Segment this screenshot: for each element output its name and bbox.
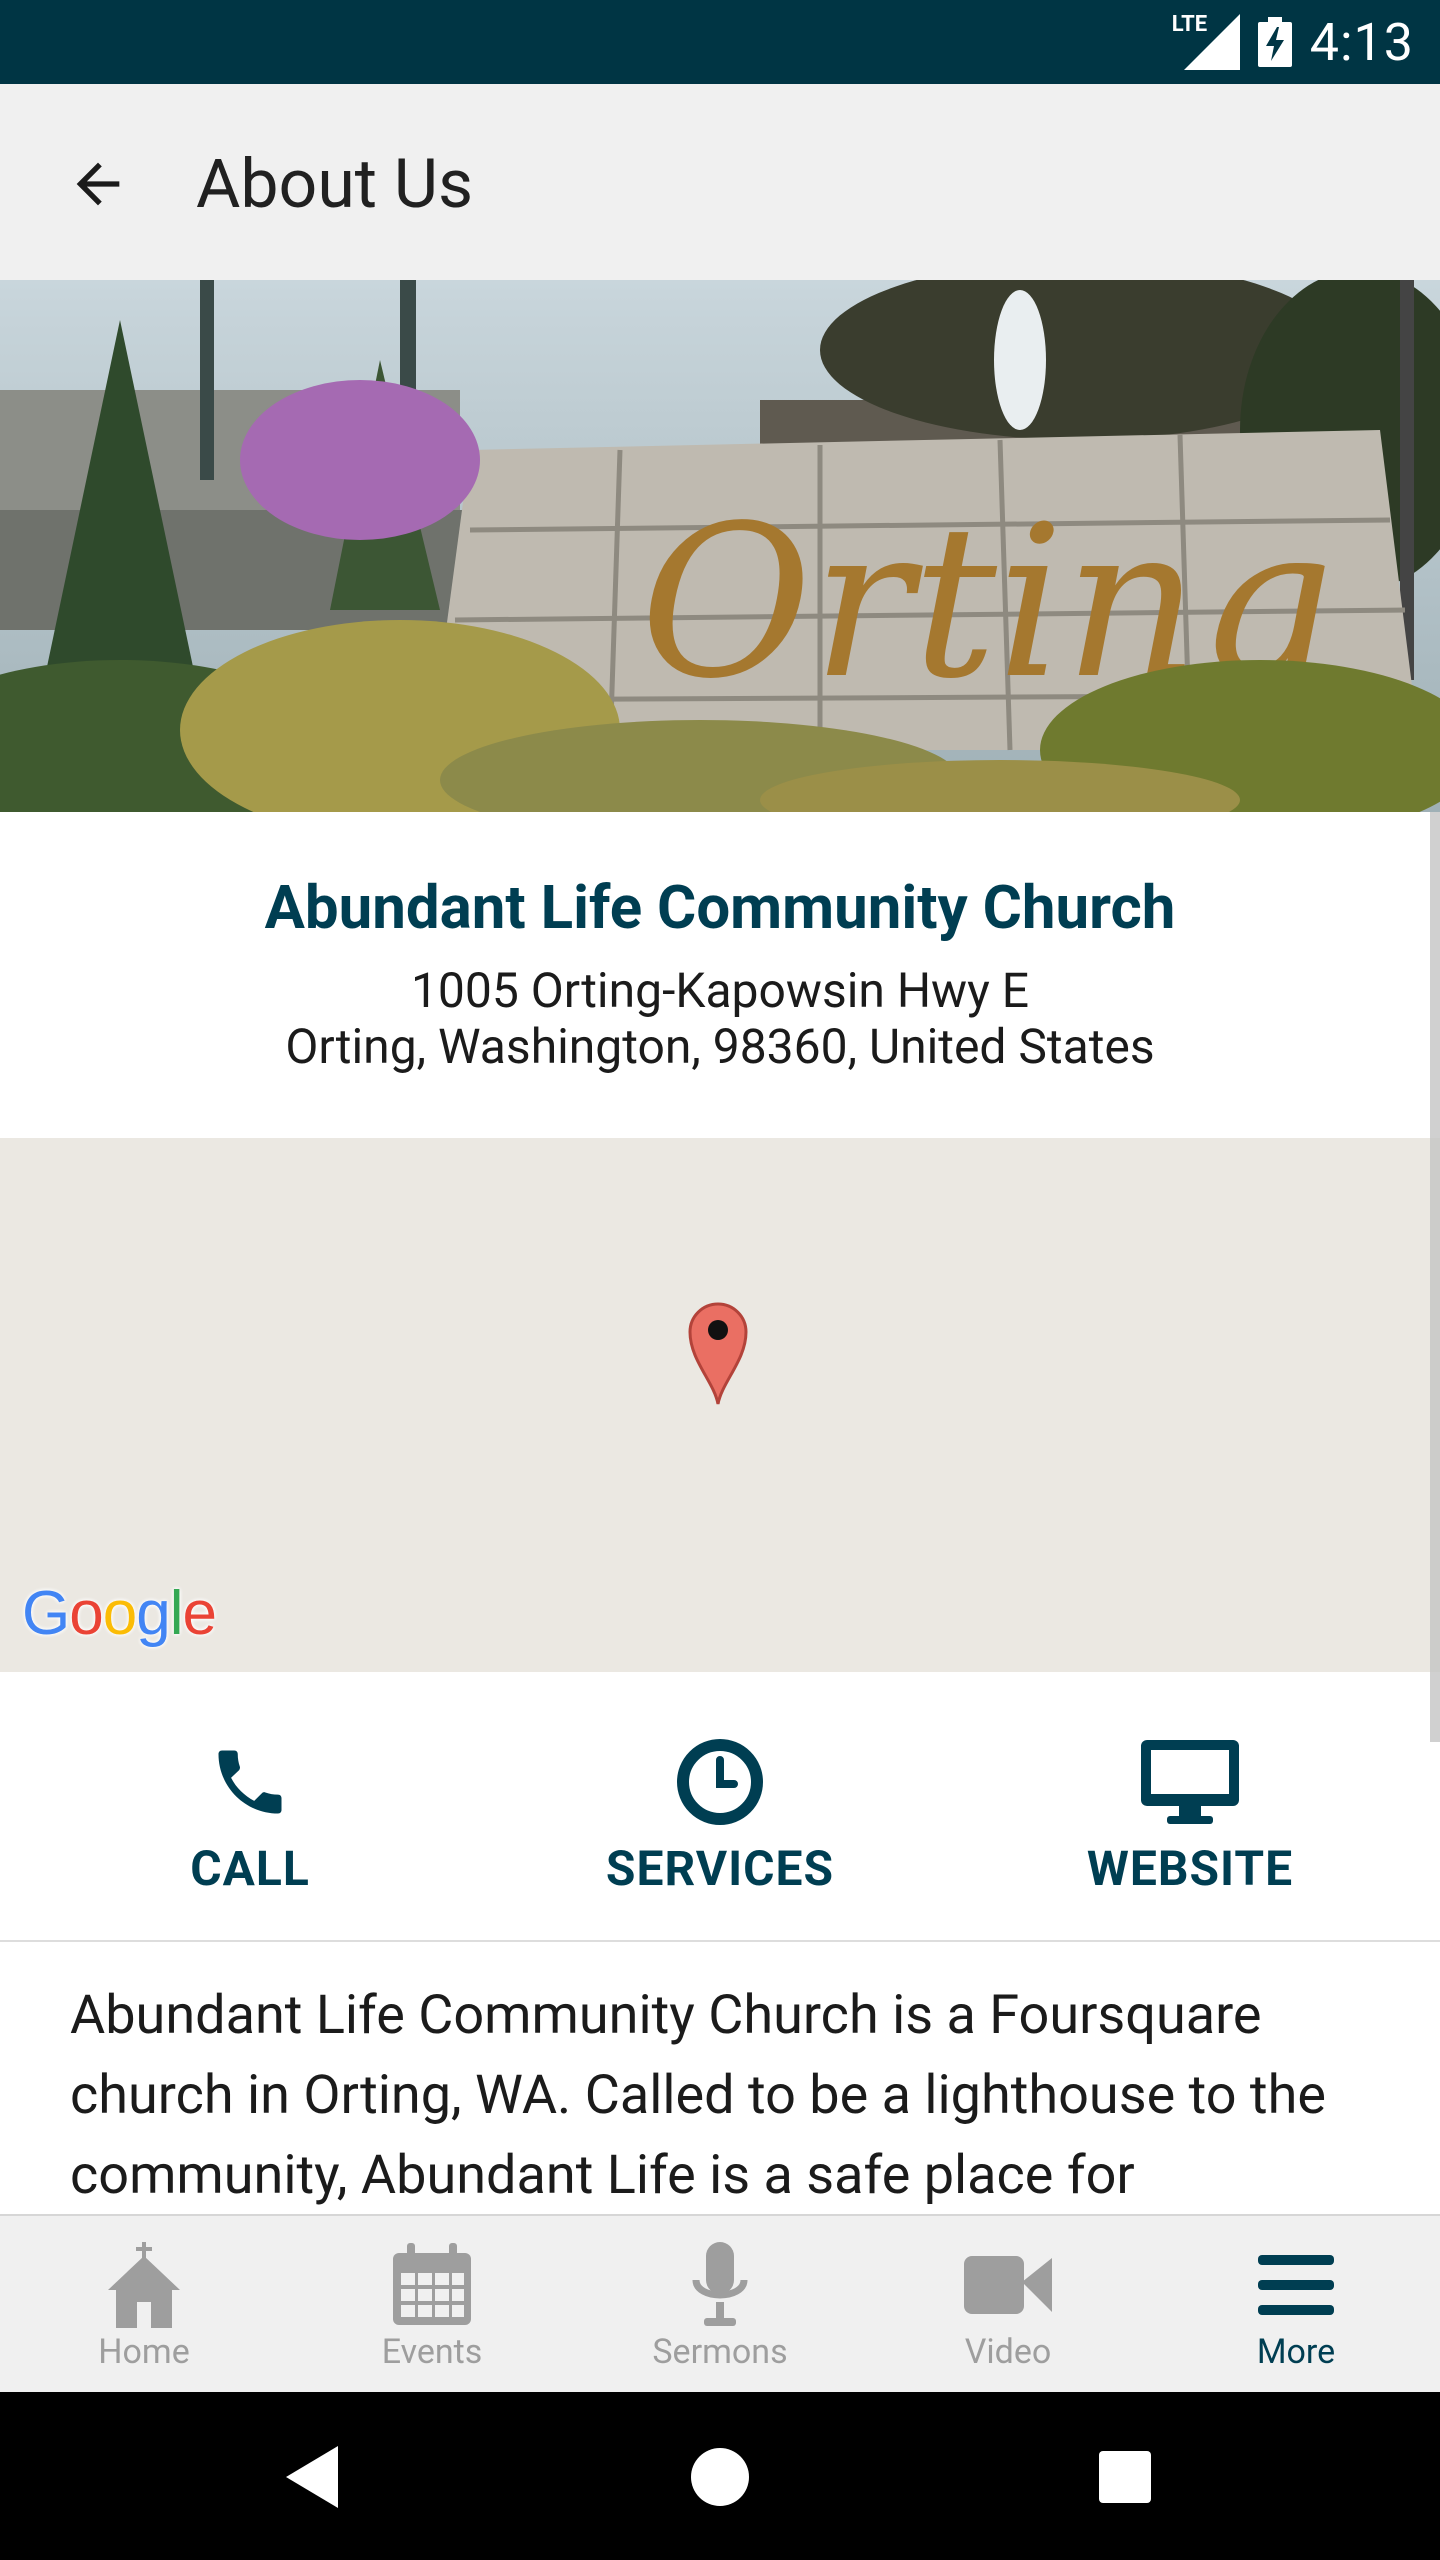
church-icon — [94, 2242, 194, 2328]
services-label: SERVICES — [605, 1840, 835, 1897]
action-row: CALL SERVICES WEBSITE — [0, 1672, 1440, 1942]
bottom-navigation: Home Events Sermons Video More — [0, 2214, 1440, 2394]
monitor-icon — [1135, 1738, 1245, 1826]
phone-icon — [195, 1738, 305, 1826]
network-type: LTE — [1171, 12, 1208, 37]
services-button[interactable]: SERVICES — [480, 1672, 960, 1938]
calendar-icon — [382, 2242, 482, 2328]
address-line-1[interactable]: 1005 Orting-Kapowsin Hwy E — [0, 962, 1440, 1019]
back-button[interactable] — [58, 144, 138, 224]
status-icons: LTE 4:13 — [1172, 0, 1414, 84]
clock: 4:13 — [1309, 11, 1414, 73]
call-label: CALL — [190, 1840, 310, 1897]
website-label: WEBSITE — [1086, 1840, 1294, 1897]
system-home-icon[interactable] — [685, 2442, 755, 2512]
arrow-back-icon — [76, 162, 120, 206]
map-pin-icon[interactable] — [686, 1300, 750, 1406]
church-name: Abundant Life Community Church — [264, 872, 1176, 943]
nav-sermons-label: Sermons — [652, 2332, 788, 2372]
nav-home-label: Home — [98, 2332, 190, 2372]
app-bar: About Us — [0, 84, 1440, 280]
nav-sermons[interactable]: Sermons — [576, 2216, 864, 2394]
system-navigation-bar — [0, 2392, 1440, 2560]
address-line-2[interactable]: Orting, Washington, 98360, United States — [0, 1018, 1440, 1075]
battery-charging-icon — [1257, 17, 1292, 67]
scrollbar[interactable] — [1430, 812, 1440, 1742]
menu-icon — [1246, 2242, 1346, 2328]
system-back-icon[interactable] — [280, 2442, 350, 2512]
nav-more[interactable]: More — [1152, 2216, 1440, 2394]
google-logo: Google — [22, 1579, 217, 1648]
nav-video-label: Video — [964, 2332, 1052, 2372]
nav-events-label: Events — [381, 2332, 483, 2372]
nav-home[interactable]: Home — [0, 2216, 288, 2394]
page-title: About Us — [196, 144, 474, 224]
status-bar: LTE 4:13 — [0, 0, 1440, 84]
nav-events[interactable]: Events — [288, 2216, 576, 2394]
church-info: Abundant Life Community Church 1005 Orti… — [0, 812, 1440, 1138]
microphone-icon — [670, 2242, 770, 2328]
system-recents-icon[interactable] — [1090, 2442, 1160, 2512]
nav-more-label: More — [1256, 2332, 1336, 2372]
video-camera-icon — [958, 2242, 1058, 2328]
hero-image: Orting — [0, 280, 1440, 812]
map-view[interactable]: Google — [0, 1138, 1440, 1672]
call-button[interactable]: CALL — [10, 1672, 490, 1938]
clock-icon — [665, 1738, 775, 1826]
church-description: Abundant Life Community Church is a Four… — [70, 1984, 1326, 2207]
website-button[interactable]: WEBSITE — [950, 1672, 1430, 1938]
signal-icon: LTE — [1172, 12, 1240, 70]
nav-video[interactable]: Video — [864, 2216, 1152, 2394]
